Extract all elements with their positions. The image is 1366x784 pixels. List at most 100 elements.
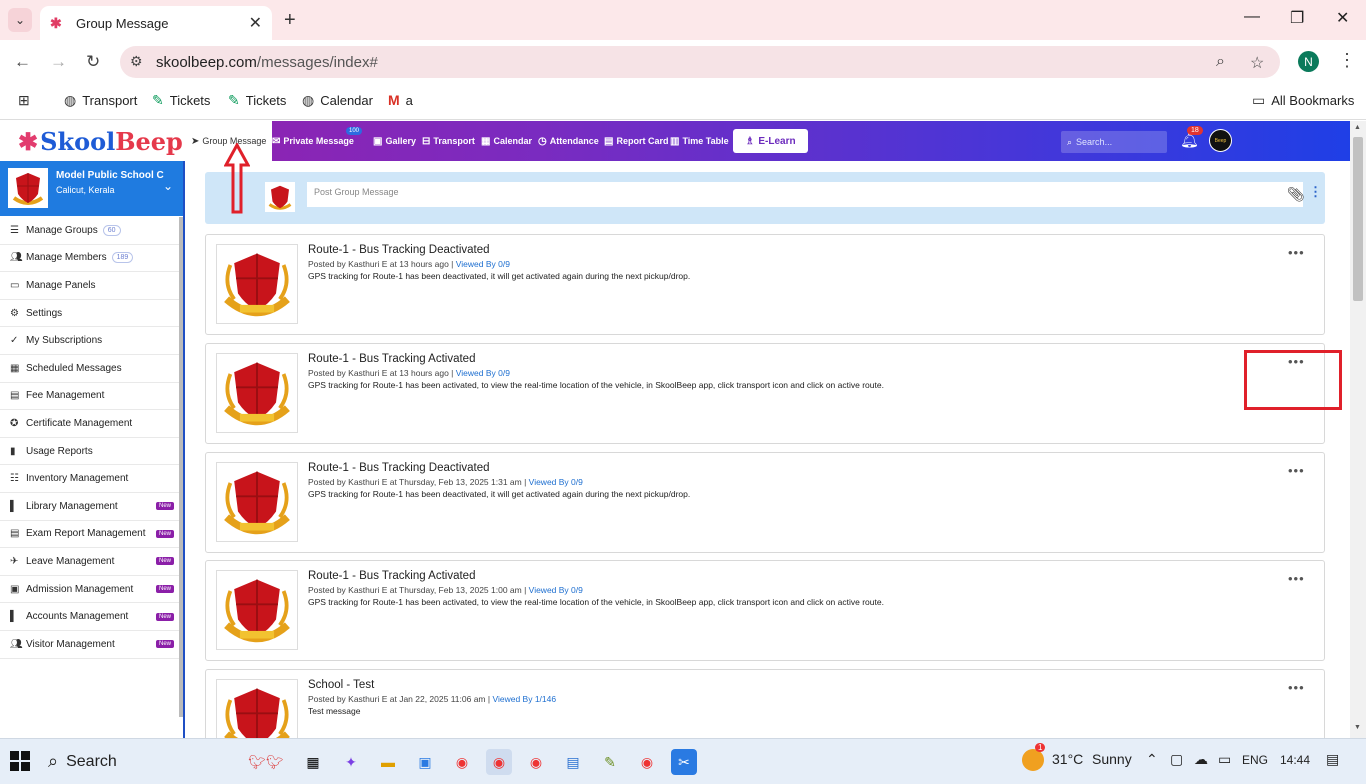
nav-time-table[interactable]: ▥ Time Table bbox=[670, 121, 729, 161]
chrome-icon[interactable]: ◉ bbox=[634, 749, 660, 775]
sidebar-item-visitor-management[interactable]: 👥︎ Visitor Management New bbox=[0, 631, 183, 659]
chrome-icon[interactable]: ◉ bbox=[449, 749, 475, 775]
sidebar-item-accounts-management[interactable]: ▌ Accounts Management New bbox=[0, 603, 183, 631]
nav-attendance[interactable]: ◷ Attendance bbox=[538, 121, 599, 161]
bookmark-calendar[interactable]: ◍ Calendar bbox=[302, 92, 373, 109]
bookmark-tickets-2[interactable]: ✎ Tickets bbox=[228, 92, 286, 109]
bookmark-star-icon[interactable]: ☆ bbox=[1250, 53, 1264, 73]
close-window-icon[interactable]: ✕ bbox=[1336, 8, 1349, 28]
viewed-by-link[interactable]: Viewed By 0/9 bbox=[456, 259, 510, 269]
profile-avatar[interactable]: N bbox=[1298, 51, 1319, 72]
logo-star-icon: ✱ bbox=[18, 126, 39, 156]
viewed-by-link[interactable]: Viewed By 0/9 bbox=[456, 368, 510, 378]
message-title[interactable]: Route-1 - Bus Tracking Activated bbox=[308, 353, 475, 365]
minimize-icon[interactable]: — bbox=[1244, 8, 1260, 26]
taskbar-search[interactable]: ⌕ Search bbox=[48, 751, 117, 772]
language-indicator[interactable]: ENG bbox=[1242, 753, 1268, 767]
post-message-input[interactable]: Post Group Message bbox=[307, 182, 1303, 207]
windows-start-icon[interactable] bbox=[10, 751, 30, 771]
viewed-by-link[interactable]: Viewed By 0/9 bbox=[529, 585, 583, 595]
apps-grid-icon[interactable]: ⊞ bbox=[18, 92, 36, 109]
clock[interactable]: 14:44 bbox=[1280, 753, 1310, 767]
viewed-by-link[interactable]: Viewed By 1/146 bbox=[492, 694, 556, 704]
zoom-icon[interactable]: ⌕ bbox=[1216, 53, 1225, 71]
birds-widget-icon[interactable]: 🐦︎🐦︎ bbox=[240, 749, 292, 775]
new-badge: New bbox=[156, 529, 175, 538]
sidebar-item-manage-panels[interactable]: ▭ Manage Panels bbox=[0, 272, 183, 300]
tab-search-dropdown[interactable]: ⌄ bbox=[8, 8, 32, 32]
scrollbar-thumb[interactable] bbox=[1353, 137, 1363, 301]
sidebar-item-inventory-management[interactable]: ☷ Inventory Management bbox=[0, 465, 183, 493]
message-title[interactable]: Route-1 - Bus Tracking Activated bbox=[308, 570, 475, 582]
browser-menu-icon[interactable]: ⋮ bbox=[1338, 50, 1356, 71]
sidebar-scrollbar[interactable] bbox=[179, 217, 183, 717]
school-selector[interactable]: Model Public School C Calicut, Kerala ⌄ bbox=[0, 161, 183, 216]
viewed-by-link[interactable]: Viewed By 0/9 bbox=[529, 477, 583, 487]
scroll-up-icon[interactable]: ▲ bbox=[1354, 124, 1361, 131]
more-options-icon[interactable]: ••• bbox=[1288, 245, 1305, 260]
tray-icon[interactable]: ▢ bbox=[1170, 751, 1183, 768]
sidebar-item-fee-management[interactable]: ▤ Fee Management bbox=[0, 383, 183, 411]
weather-sun-icon[interactable] bbox=[1022, 749, 1044, 771]
nav-private-message[interactable]: ✉ Private Message bbox=[272, 121, 354, 161]
sidebar-item-exam-report-management[interactable]: ▤ Exam Report Management New bbox=[0, 521, 183, 549]
user-avatar[interactable]: Beep bbox=[1209, 129, 1232, 152]
message-title[interactable]: School - Test bbox=[308, 679, 374, 691]
file-explorer-icon[interactable]: ▬ bbox=[375, 749, 401, 775]
bookmark-tickets-1[interactable]: ✎ Tickets bbox=[152, 92, 210, 109]
message-meta: Posted by Kasthuri E at Jan 22, 2025 11:… bbox=[308, 694, 557, 704]
logo[interactable]: ✱SkoolBeep bbox=[0, 121, 185, 161]
sidebar-item-scheduled-messages[interactable]: ▦ Scheduled Messages bbox=[0, 355, 183, 383]
message-title[interactable]: Route-1 - Bus Tracking Deactivated bbox=[308, 462, 490, 474]
notepad-icon[interactable]: ▤ bbox=[560, 749, 586, 775]
restore-icon[interactable]: ❐ bbox=[1290, 8, 1304, 28]
nav-report-card[interactable]: ▤ Report Card bbox=[604, 121, 668, 161]
sidebar-item-settings[interactable]: ⚙ Settings bbox=[0, 300, 183, 328]
sidebar-item-leave-management[interactable]: ✈ Leave Management New bbox=[0, 548, 183, 576]
nav-transport[interactable]: ⊟ Transport bbox=[422, 121, 475, 161]
tab-group-message[interactable]: ✱ Group Message ✕ bbox=[40, 6, 272, 40]
sidebar-item-certificate-management[interactable]: ✪ Certificate Management bbox=[0, 410, 183, 438]
chrome-icon[interactable]: ◉ bbox=[523, 749, 549, 775]
sidebar-item-subscriptions[interactable]: ✓ My Subscriptions bbox=[0, 327, 183, 355]
attachment-icon[interactable]: 📎︎ bbox=[1287, 186, 1305, 203]
close-tab-icon[interactable]: ✕ bbox=[249, 13, 262, 33]
nav-calendar[interactable]: ▦ Calendar bbox=[481, 121, 532, 161]
reload-icon[interactable]: ↻ bbox=[86, 52, 100, 72]
site-info-icon[interactable]: ⚙ bbox=[130, 53, 143, 70]
accounts-icon: ▌ bbox=[10, 611, 18, 623]
task-view-icon[interactable]: ▦ bbox=[300, 749, 326, 775]
sidebar-item-manage-groups[interactable]: ☰ Manage Groups 60 bbox=[0, 217, 183, 245]
cloud-icon[interactable]: ☁ bbox=[1194, 751, 1208, 768]
bookmark-transport[interactable]: ◍ Transport bbox=[64, 92, 137, 109]
sidebar-item-admission-management[interactable]: ▣ Admission Management New bbox=[0, 576, 183, 604]
new-tab-button[interactable]: + bbox=[284, 9, 296, 32]
elearn-button[interactable]: ♗ E-Learn bbox=[733, 129, 808, 153]
more-options-icon[interactable]: ⋮ bbox=[1309, 184, 1322, 200]
all-bookmarks[interactable]: ▭ All Bookmarks bbox=[1252, 92, 1354, 109]
chrome-active-icon[interactable]: ◉ bbox=[486, 749, 512, 775]
search-input[interactable]: ⌕ Search... bbox=[1061, 131, 1167, 153]
more-options-icon[interactable]: ••• bbox=[1288, 571, 1305, 586]
sidebar-item-usage-reports[interactable]: ▮ Usage Reports bbox=[0, 438, 183, 466]
bookmark-gmail[interactable]: Ma bbox=[388, 92, 413, 108]
notifications-icon[interactable]: ▤ bbox=[1326, 751, 1339, 768]
forward-icon[interactable]: → bbox=[50, 52, 67, 72]
chevron-down-icon[interactable]: ⌄ bbox=[163, 179, 173, 193]
back-icon[interactable]: ← bbox=[14, 52, 31, 72]
url-field[interactable]: ⚙ skoolbeep.com/messages/index# ⌕ ☆ bbox=[120, 46, 1280, 78]
message-title[interactable]: Route-1 - Bus Tracking Deactivated bbox=[308, 244, 490, 256]
nav-gallery[interactable]: ▣ Gallery bbox=[373, 121, 416, 161]
battery-icon[interactable]: ▭ bbox=[1218, 751, 1231, 768]
sidebar-item-manage-members[interactable]: 👥︎ Manage Members 189 bbox=[0, 245, 183, 273]
chevron-up-icon[interactable]: ⌃ bbox=[1146, 751, 1158, 768]
store-icon[interactable]: ▣ bbox=[412, 749, 438, 775]
more-options-icon[interactable]: ••• bbox=[1288, 463, 1305, 478]
more-options-icon[interactable]: ••• bbox=[1288, 680, 1305, 695]
copilot-icon[interactable]: ✦ bbox=[338, 749, 364, 775]
scroll-down-icon[interactable]: ▼ bbox=[1354, 724, 1361, 731]
snipping-tool-icon[interactable]: ✂ bbox=[671, 749, 697, 775]
paint-icon[interactable]: ✎ bbox=[597, 749, 623, 775]
page-scrollbar[interactable]: ▲ ▼ bbox=[1350, 121, 1366, 738]
sidebar-item-library-management[interactable]: ▌ Library Management New bbox=[0, 493, 183, 521]
